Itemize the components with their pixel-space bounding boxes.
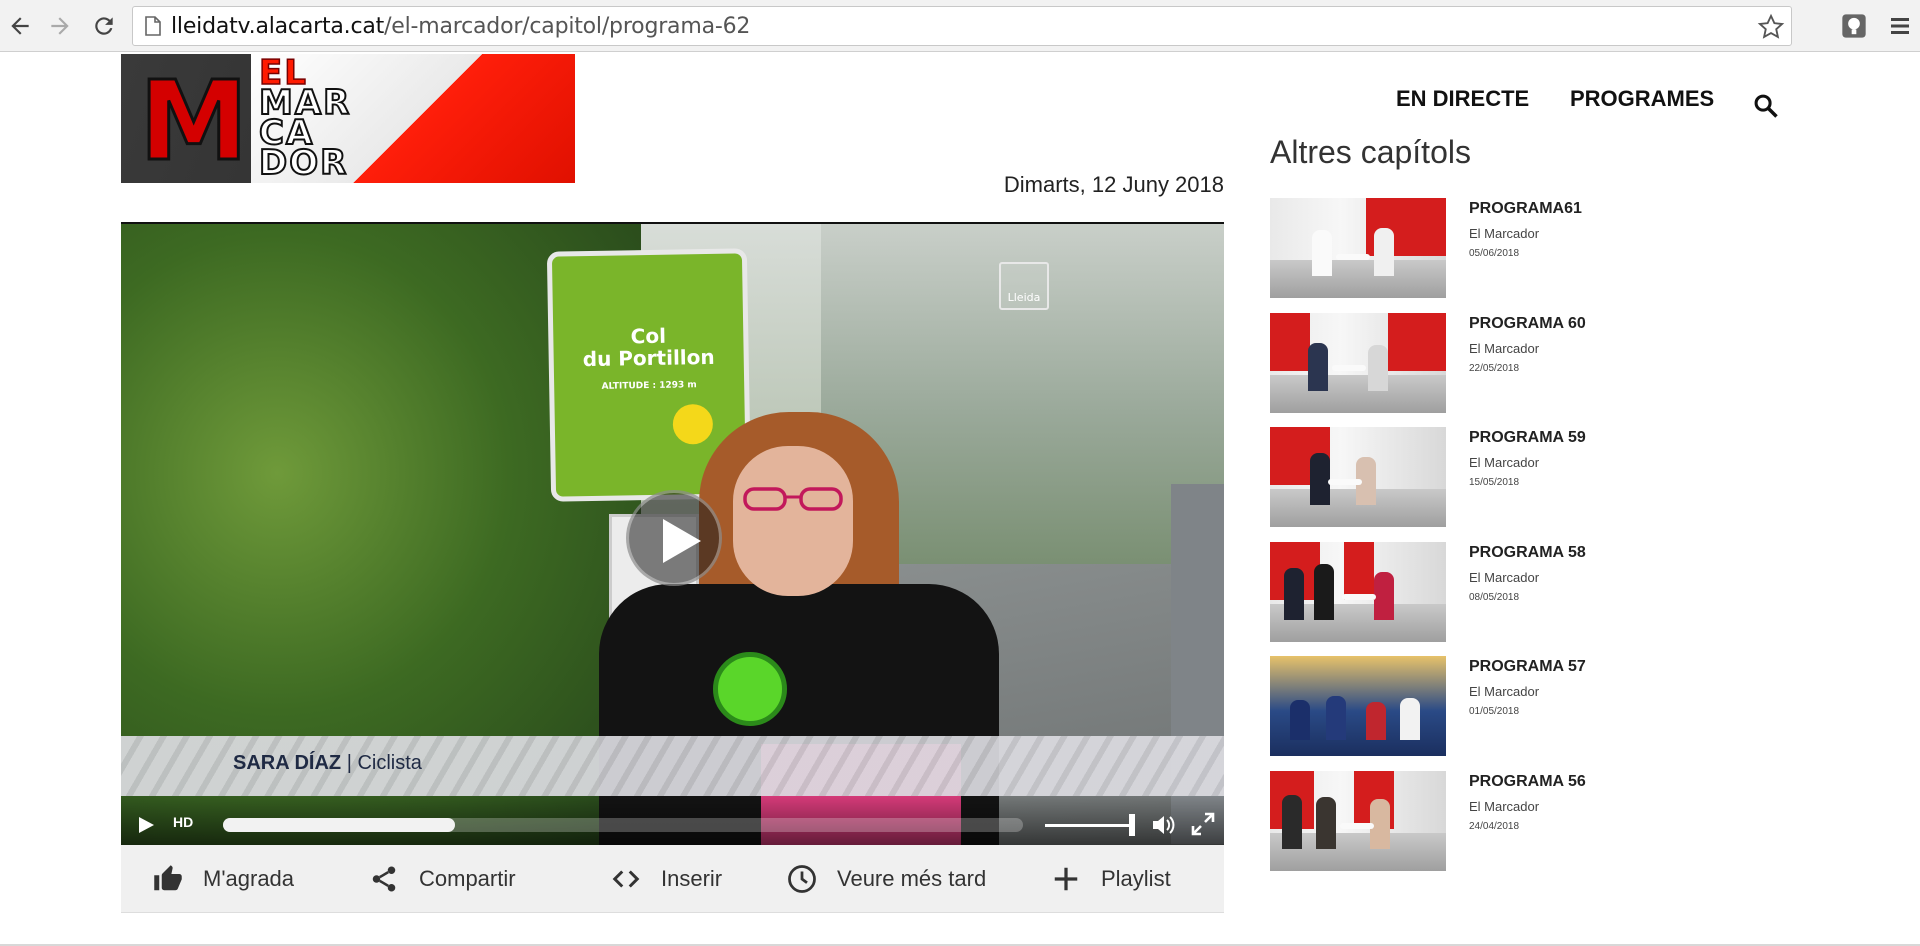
bicycle-sign-icon xyxy=(672,403,714,445)
episode-title[interactable]: PROGRAMA61 xyxy=(1469,200,1582,218)
episode-title[interactable]: PROGRAMA 57 xyxy=(1469,658,1586,676)
forward-arrow-icon xyxy=(51,17,69,35)
episode-thumbnail[interactable] xyxy=(1270,427,1446,527)
big-play-button[interactable] xyxy=(626,490,722,586)
lower-third-name: SARA DÍAZ xyxy=(233,752,342,774)
progress-bar[interactable] xyxy=(223,818,1023,832)
el-marcador-logo[interactable]: M EL MAR CA DOR xyxy=(121,54,575,183)
browser-menu-icon[interactable] xyxy=(1888,14,1912,38)
search-icon[interactable] xyxy=(1752,92,1780,120)
sign-line: du Portillon xyxy=(582,344,715,372)
episode-item[interactable]: PROGRAMA 57 El Marcador 01/05/2018 xyxy=(1270,656,1690,756)
volume-handle[interactable] xyxy=(1129,814,1135,836)
play-icon xyxy=(663,519,701,563)
bookmark-star-icon[interactable] xyxy=(1757,13,1785,41)
episode-item[interactable]: PROGRAMA 60 El Marcador 22/05/2018 xyxy=(1270,313,1690,413)
video-person-face xyxy=(733,446,853,596)
url-path: /el-marcador/capitol/programa-62 xyxy=(384,13,751,39)
episode-show: El Marcador xyxy=(1469,799,1540,814)
address-bar[interactable]: lleidatv.alacarta.cat/el-marcador/capito… xyxy=(132,6,1792,46)
sign-text: Col du Portillon xyxy=(553,323,744,372)
sidebar-title: Altres capítols xyxy=(1270,134,1471,170)
share-icon xyxy=(372,866,396,892)
progress-fill xyxy=(223,818,455,832)
glasses-icon xyxy=(743,487,843,511)
logo-word: DOR xyxy=(258,143,349,183)
episode-date: 01/05/2018 xyxy=(1469,706,1520,717)
hd-toggle[interactable]: HD xyxy=(173,814,193,830)
back-arrow-icon xyxy=(11,17,29,35)
lower-third-role: | Ciclista xyxy=(346,752,422,774)
speaker-icon[interactable] xyxy=(1151,814,1175,836)
fullscreen-icon[interactable] xyxy=(1191,812,1215,836)
episode-date: 15/05/2018 xyxy=(1469,477,1520,488)
like-button[interactable]: M'agrada xyxy=(153,845,294,913)
episode-item[interactable]: PROGRAMA 58 El Marcador 08/05/2018 xyxy=(1270,542,1690,642)
video-player[interactable]: Col du Portillon ALTITUDE : 1293 m Lleida… xyxy=(121,222,1224,845)
embed-button[interactable]: Inserir xyxy=(611,845,722,913)
episode-show: El Marcador xyxy=(1469,684,1540,699)
action-label: M'agrada xyxy=(203,866,295,891)
episode-thumbnail[interactable] xyxy=(1270,656,1446,756)
sign-altitude: ALTITUDE : 1293 m xyxy=(601,380,697,392)
action-label: Playlist xyxy=(1101,866,1171,891)
thumbs-up-icon xyxy=(154,865,182,891)
episode-show: El Marcador xyxy=(1469,570,1540,585)
volume-slider[interactable] xyxy=(1045,824,1131,827)
url-host: lleidatv.alacarta.cat xyxy=(171,13,385,39)
episode-item[interactable]: PROGRAMA61 El Marcador 05/06/2018 xyxy=(1270,198,1690,298)
embed-code-icon xyxy=(612,870,640,888)
episode-date: 22/05/2018 xyxy=(1469,363,1520,374)
clock-icon xyxy=(788,865,816,893)
episode-thumbnail[interactable] xyxy=(1270,198,1446,298)
back-button[interactable] xyxy=(4,10,36,42)
share-button[interactable]: Compartir xyxy=(369,845,516,913)
action-label: Inserir xyxy=(661,866,723,891)
reload-button[interactable] xyxy=(88,10,120,42)
episode-title[interactable]: PROGRAMA 56 xyxy=(1469,773,1586,791)
episode-title[interactable]: PROGRAMA 60 xyxy=(1469,315,1586,333)
episode-show: El Marcador xyxy=(1469,455,1540,470)
episode-item[interactable]: PROGRAMA 56 El Marcador 24/04/2018 xyxy=(1270,771,1690,871)
episode-title[interactable]: PROGRAMA 59 xyxy=(1469,429,1586,447)
episode-show: El Marcador xyxy=(1469,341,1540,356)
logo-wordmark: EL MAR CA DOR xyxy=(258,55,351,183)
browser-toolbar: lleidatv.alacarta.cat/el-marcador/capito… xyxy=(0,0,1920,52)
lower-third-caption: SARA DÍAZ | Ciclista xyxy=(233,752,422,775)
episode-thumbnail[interactable] xyxy=(1270,771,1446,871)
forward-button[interactable] xyxy=(44,10,76,42)
episode-item[interactable]: PROGRAMA 59 El Marcador 15/05/2018 xyxy=(1270,427,1690,527)
episode-title[interactable]: PROGRAMA 58 xyxy=(1469,544,1586,562)
plus-icon xyxy=(1054,867,1078,891)
episode-thumbnail[interactable] xyxy=(1270,313,1446,413)
episode-show: El Marcador xyxy=(1469,226,1540,241)
video-controls: HD xyxy=(121,796,1224,845)
episode-date: 05/06/2018 xyxy=(1469,248,1520,259)
channel-watermark: Lleida xyxy=(999,262,1049,310)
url-text: lleidatv.alacarta.cat/el-marcador/capito… xyxy=(171,14,750,39)
playlist-button[interactable]: Playlist xyxy=(1051,845,1171,913)
extension-bulb-icon[interactable] xyxy=(1840,12,1868,40)
action-label: Veure més tard xyxy=(837,866,987,891)
page-icon xyxy=(141,14,165,38)
control-play-icon[interactable] xyxy=(137,816,155,834)
action-label: Compartir xyxy=(419,866,516,891)
episode-date: 24/04/2018 xyxy=(1469,821,1520,832)
nav-en-directe[interactable]: EN DIRECTE xyxy=(1396,86,1529,112)
shirt-logo xyxy=(713,652,787,726)
action-bar: M'agrada Compartir Inserir Veure més tar… xyxy=(121,845,1224,913)
nav-programes[interactable]: PROGRAMES xyxy=(1570,86,1714,112)
episode-date: 08/05/2018 xyxy=(1469,592,1520,603)
logo-letter: M xyxy=(137,57,250,183)
reload-icon xyxy=(95,17,113,35)
episode-thumbnail[interactable] xyxy=(1270,542,1446,642)
episode-date: Dimarts, 12 Juny 2018 xyxy=(1003,172,1224,197)
watch-later-button[interactable]: Veure més tard xyxy=(787,845,986,913)
